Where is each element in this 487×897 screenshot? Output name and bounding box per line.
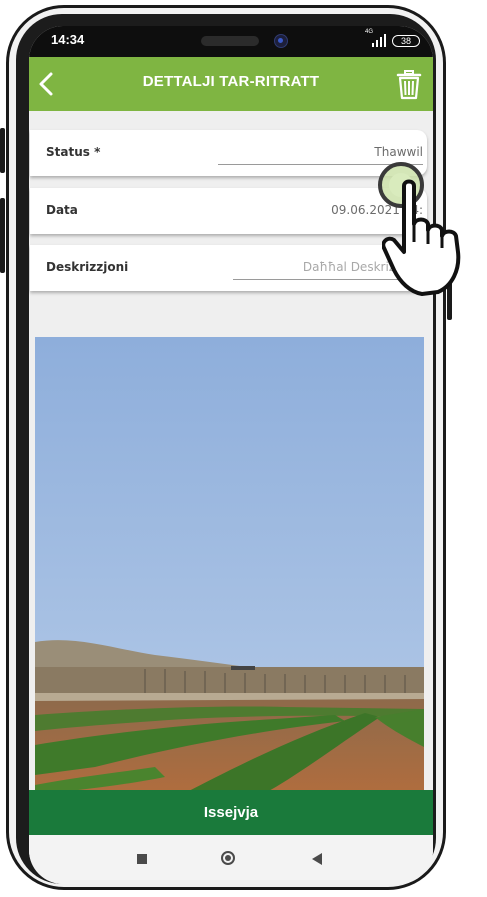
trash-icon[interactable] <box>396 70 422 100</box>
status-value[interactable]: Thawwil <box>374 145 423 159</box>
app-bar: DETTALJI TAR-RITRATT <box>29 57 433 111</box>
phone-side-button <box>0 198 5 273</box>
field-label: Deskrizzjoni <box>46 260 129 274</box>
field-description[interactable]: Deskrizzjoni Daħħal Deskrizzjoni <box>30 245 427 291</box>
status-time: 14:34 <box>51 32 85 47</box>
chevron-left-icon[interactable] <box>33 69 63 99</box>
landscape-image <box>35 337 424 793</box>
field-photo <box>35 337 424 793</box>
field-label: Status * <box>46 145 101 159</box>
field-label: Data <box>46 203 78 217</box>
system-nav-bar <box>29 835 433 884</box>
field-date[interactable]: Data 09.06.2021 14: <box>30 188 427 234</box>
home-circle-icon[interactable] <box>221 851 235 865</box>
phone-side-button <box>0 128 5 173</box>
battery-icon: 38 <box>392 35 420 47</box>
status-bar: 14:34 4G 38 <box>29 26 433 57</box>
back-triangle-icon[interactable] <box>311 853 323 865</box>
save-button[interactable]: Issejvja <box>29 790 433 835</box>
field-status[interactable]: Status * Thawwil <box>30 130 427 176</box>
recents-square-icon[interactable] <box>137 854 147 864</box>
front-camera-icon <box>274 34 288 48</box>
signal-icon <box>372 34 386 47</box>
phone-screen: 14:34 4G 38 DETTALJI TAR-RITRATT Status … <box>29 26 433 884</box>
speaker-notch <box>201 36 259 46</box>
pointing-hand-icon <box>382 179 461 296</box>
page-title: DETTALJI TAR-RITRATT <box>142 73 320 90</box>
